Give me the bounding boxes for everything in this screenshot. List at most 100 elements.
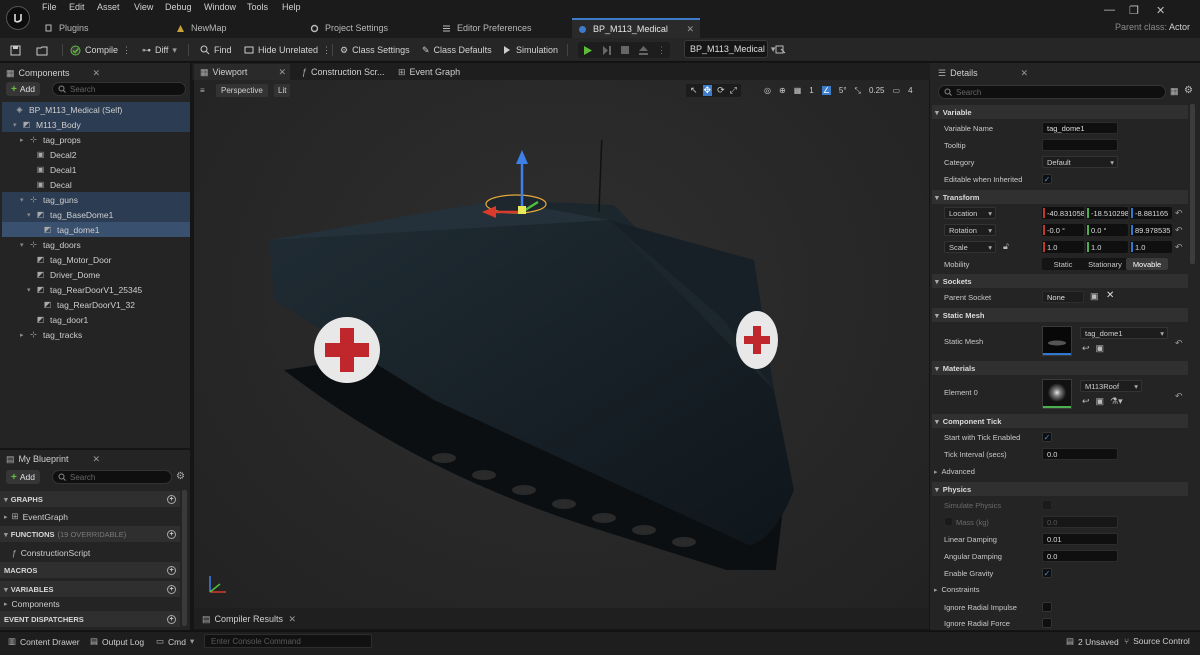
component-tick-section[interactable]: ▾ Component Tick <box>932 414 1188 428</box>
menu-window[interactable]: Window <box>204 2 236 12</box>
scale-mode-dropdown[interactable]: Scale ▾ <box>944 241 996 253</box>
stop-icon[interactable] <box>620 45 630 55</box>
tree-item[interactable]: ◩ tag_dome1 <box>2 222 190 237</box>
ignore-radial-impulse-checkbox[interactable] <box>1042 602 1052 612</box>
tab-event-graph[interactable]: ⊞ Event Graph <box>392 64 472 80</box>
material-dropdown[interactable]: M113Roof ▾ <box>1080 380 1142 392</box>
close-icon[interactable]: ✕ <box>686 24 694 35</box>
constraints-expander[interactable]: ▸ Constraints <box>934 585 979 594</box>
hamburger-icon[interactable]: ≡ <box>200 84 205 97</box>
location-z-field[interactable]: -8.881165 <box>1130 207 1172 219</box>
add-variable-icon[interactable]: + <box>167 584 176 594</box>
cmd-dropdown[interactable]: ▭ Cmd ▾ <box>156 636 194 647</box>
location-x-field[interactable]: -40.831058 <box>1042 207 1084 219</box>
chevron-down-icon[interactable]: ▾ <box>27 286 35 294</box>
perspective-button[interactable]: Perspective <box>216 84 268 97</box>
linear-damping-field[interactable]: 0.01 <box>1042 533 1118 545</box>
tick-interval-field[interactable]: 0.0 <box>1042 448 1118 460</box>
scrollbar[interactable] <box>182 490 187 626</box>
rotation-snap-icon[interactable]: ∠ <box>821 86 831 95</box>
location-y-field[interactable]: -18.510298 <box>1086 207 1128 219</box>
add-member-button[interactable]: + Add <box>6 470 40 484</box>
components-search-input[interactable]: Search <box>52 82 186 96</box>
rotation-x-field[interactable]: -0.0 ° <box>1042 224 1084 236</box>
rotation-mode-dropdown[interactable]: Rotation ▾ <box>944 224 996 236</box>
more-options-icon[interactable]: ⋮ <box>322 45 331 56</box>
gear-icon[interactable]: ⚙ <box>176 471 185 482</box>
tree-item[interactable]: ▣ Decal <box>2 177 190 192</box>
components-tab[interactable]: ▦ Components ✕ <box>0 65 100 81</box>
scale-snap-icon[interactable]: ⤡ <box>855 86 861 96</box>
reset-icon[interactable]: ↶ <box>1175 208 1183 219</box>
static-mesh-thumbnail[interactable] <box>1042 326 1072 356</box>
chevron-down-icon[interactable]: ▾ <box>20 241 28 249</box>
clear-icon[interactable]: ✕ <box>1106 290 1114 301</box>
close-icon[interactable]: ✕ <box>1020 68 1028 79</box>
add-graph-icon[interactable]: + <box>167 494 176 504</box>
grid-size-value[interactable]: 1 <box>809 86 813 95</box>
transform-gizmo[interactable] <box>474 142 564 232</box>
camera-speed-value[interactable]: 4 <box>908 86 912 95</box>
mobility-static-button[interactable]: Static <box>1042 258 1084 270</box>
tree-item[interactable]: ▾ ◩ tag_BaseDome1 <box>2 207 190 222</box>
scale-y-field[interactable]: 1.0 <box>1086 241 1128 253</box>
graphs-section[interactable]: ▾ GRAPHS + <box>0 491 180 507</box>
console-command-input[interactable]: Enter Console Command <box>204 634 372 648</box>
step-icon[interactable] <box>601 45 612 56</box>
menu-tools[interactable]: Tools <box>247 2 268 12</box>
reset-icon[interactable]: ↶ <box>1175 242 1183 253</box>
tab-construction-script[interactable]: ƒ Construction Scr... <box>296 64 386 80</box>
material-options-icon[interactable]: ⚗▾ <box>1110 396 1123 407</box>
reset-icon[interactable]: ↶ <box>1175 338 1183 349</box>
world-local-icon[interactable]: ⊕ <box>779 86 786 95</box>
tree-item[interactable]: ◩ tag_Motor_Door <box>2 252 190 267</box>
variables-section[interactable]: ▾ VARIABLES + <box>0 581 180 597</box>
variable-section[interactable]: ▾ Variable <box>932 105 1188 119</box>
tree-item[interactable]: ▸ ⊹ tag_tracks <box>2 327 190 342</box>
browse-icon[interactable]: ▣ <box>1090 291 1099 302</box>
reset-icon[interactable]: ↶ <box>1175 225 1183 236</box>
content-drawer-button[interactable]: ▥ Content Drawer <box>8 636 80 647</box>
details-search-input[interactable]: Search <box>938 85 1166 99</box>
enable-gravity-checkbox[interactable]: ✓ <box>1042 568 1052 578</box>
menu-help[interactable]: Help <box>282 2 301 12</box>
scale-x-field[interactable]: 1.0 <box>1042 241 1084 253</box>
play-icon[interactable] <box>582 45 593 56</box>
find-in-world-icon[interactable] <box>775 44 786 55</box>
table-view-icon[interactable]: ▦ <box>1170 86 1179 97</box>
tree-item[interactable]: ▾ ◩ M113_Body <box>2 117 190 132</box>
my-blueprint-search-input[interactable]: Search <box>52 470 172 484</box>
sockets-section[interactable]: ▾ Sockets <box>932 274 1188 288</box>
ignore-radial-force-checkbox[interactable] <box>1042 618 1052 628</box>
components-category[interactable]: ▸ Components <box>4 599 60 609</box>
materials-section[interactable]: ▾ Materials <box>932 361 1188 375</box>
tree-item[interactable]: ◩ Driver_Dome <box>2 267 190 282</box>
source-control-button[interactable]: ⑂ Source Control <box>1124 636 1190 646</box>
event-dispatchers-section[interactable]: EVENT DISPATCHERS + <box>0 611 180 627</box>
mass-field[interactable]: 0.0 <box>1042 516 1118 528</box>
tab-project-settings[interactable]: Project Settings <box>310 18 430 38</box>
lit-button[interactable]: Lit <box>274 84 291 97</box>
rotation-snap-value[interactable]: 5° <box>839 86 847 95</box>
add-macro-icon[interactable]: + <box>167 565 176 575</box>
output-log-button[interactable]: ▤ Output Log <box>90 636 144 647</box>
browse-icon[interactable]: ▣ <box>1096 396 1105 407</box>
physics-section[interactable]: ▾ Physics <box>932 482 1188 496</box>
menu-view[interactable]: View <box>134 2 153 12</box>
save-icon[interactable] <box>10 42 21 58</box>
diff-button[interactable]: ⊶ Diff ▾ <box>142 42 177 58</box>
tree-item[interactable]: ▾ ⊹ tag_guns <box>2 192 190 207</box>
mass-override-checkbox[interactable] <box>944 517 953 526</box>
browse-icon[interactable]: ▣ <box>1096 343 1105 354</box>
static-mesh-dropdown[interactable]: tag_dome1 ▾ <box>1080 327 1168 339</box>
maximize-icon[interactable]: ❐ <box>1129 4 1139 17</box>
tab-newmap[interactable]: NewMap <box>176 18 296 38</box>
start-tick-checkbox[interactable]: ✓ <box>1042 432 1052 442</box>
gear-icon[interactable]: ⚙ <box>1184 85 1193 96</box>
tree-item[interactable]: ▣ Decal2 <box>2 147 190 162</box>
tab-viewport[interactable]: ▦ Viewport ✕ <box>194 64 290 80</box>
menu-asset[interactable]: Asset <box>97 2 120 12</box>
rotation-z-field[interactable]: 89.978535 <box>1130 224 1172 236</box>
tree-item[interactable]: ▾ ◩ tag_RearDoorV1_25345 <box>2 282 190 297</box>
unsaved-button[interactable]: ▤ 2 Unsaved <box>1066 636 1119 647</box>
